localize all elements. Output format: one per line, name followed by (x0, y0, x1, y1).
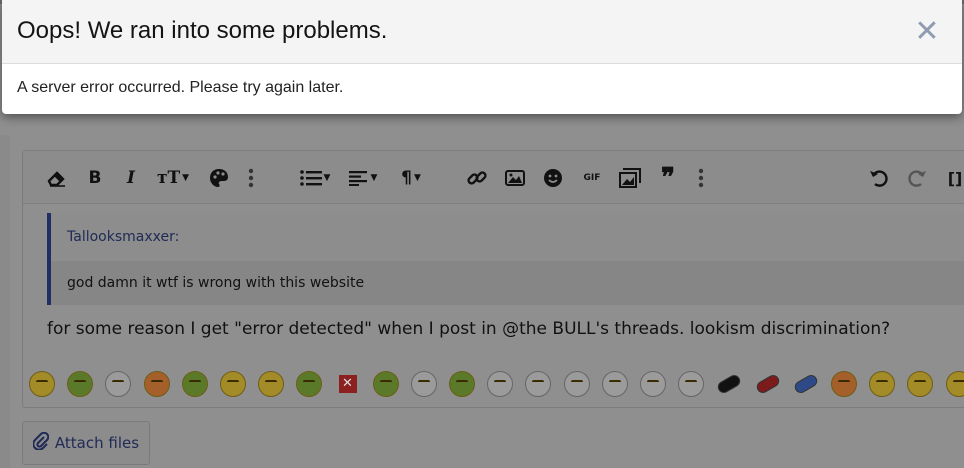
close-icon[interactable]: ✕ (912, 17, 942, 48)
font-size-button[interactable]: тT ▼ (153, 167, 193, 189)
list-button[interactable]: ▼ (297, 167, 333, 189)
list-icon (299, 170, 322, 186)
message-editor[interactable]: B I тT ▼ ▼ ▼ ¶ ▼ GIF ❞ [] Tallooksmaxxer… (22, 150, 964, 408)
emoji-bar: ✕ (27, 369, 964, 401)
wojak-emoji[interactable] (103, 369, 133, 399)
quote-label: ❞ (661, 163, 675, 193)
font-size-label: тT (156, 168, 181, 188)
attach-files-label: Attach files (54, 434, 140, 452)
wojak-emoji[interactable] (409, 369, 439, 399)
pepe-emoji[interactable] (65, 369, 95, 399)
bold-label: B (88, 168, 102, 188)
nauseated-emoji[interactable] (371, 369, 401, 399)
wojak-emoji[interactable] (562, 369, 592, 399)
more-insert-button[interactable] (691, 167, 711, 189)
media-button[interactable] (617, 167, 643, 189)
dialog-title: Oops! We ran into some problems. (17, 17, 388, 44)
money-mouth-emoji[interactable] (218, 369, 248, 399)
cross-mark-emoji[interactable]: ✕ (333, 369, 363, 399)
starstruck-emoji[interactable] (27, 369, 57, 399)
wojak-emoji[interactable] (638, 369, 668, 399)
emoji-button[interactable] (541, 167, 565, 189)
italic-button[interactable]: I (121, 167, 141, 189)
align-button[interactable]: ▼ (345, 167, 381, 189)
image-button[interactable] (503, 167, 527, 189)
chevron-down-icon: ▼ (182, 173, 190, 183)
pepe-emoji[interactable] (294, 369, 324, 399)
image-icon (505, 170, 525, 186)
align-left-icon (348, 170, 369, 186)
wojak-emoji[interactable] (676, 369, 706, 399)
chevron-down-icon: ▼ (413, 173, 421, 183)
tongue-emoji[interactable] (905, 369, 935, 399)
more-text-button[interactable] (241, 167, 261, 189)
redo-icon (907, 168, 927, 188)
wojak-emoji[interactable] (600, 369, 630, 399)
quote-author[interactable]: Tallooksmaxxer: (67, 229, 179, 245)
quoted-post: Tallooksmaxxer: god damn it wtf is wrong… (47, 213, 964, 305)
smile-emoji[interactable] (867, 369, 897, 399)
pleading-emoji[interactable] (256, 369, 286, 399)
paragraph-label: ¶ (401, 168, 412, 188)
error-dialog: Oops! We ran into some problems. ✕ A ser… (2, 0, 962, 114)
redo-button[interactable] (905, 167, 929, 189)
paperclip-icon (32, 431, 50, 454)
gif-button[interactable]: GIF (579, 167, 605, 189)
black-pill-emoji[interactable] (714, 369, 744, 399)
eraser-icon (47, 169, 67, 187)
vertical-dots-icon (248, 168, 254, 188)
shrek-emoji[interactable] (447, 369, 477, 399)
pepe-emoji[interactable] (180, 369, 210, 399)
wojak-emoji[interactable] (485, 369, 515, 399)
grimace-emoji[interactable] (829, 369, 859, 399)
blue-pill-emoji[interactable] (791, 369, 821, 399)
italic-label: I (127, 168, 135, 188)
attach-files-button[interactable]: Attach files (22, 421, 150, 465)
smiley-icon (543, 168, 563, 188)
grin-emoji[interactable] (944, 369, 964, 399)
palette-icon (209, 168, 229, 188)
toggle-bbcode-button[interactable]: [] (943, 167, 964, 189)
link-icon (467, 168, 487, 188)
clear-formatting-button[interactable] (45, 167, 69, 189)
chevron-down-icon: ▼ (323, 173, 331, 183)
bold-button[interactable]: B (83, 167, 107, 189)
editor-frame-edge (0, 135, 10, 468)
vertical-dots-icon (698, 168, 704, 188)
bbcode-label: [] (947, 168, 963, 188)
undo-icon (869, 168, 889, 188)
editor-toolbar: B I тT ▼ ▼ ▼ ¶ ▼ GIF ❞ [] (23, 151, 964, 204)
dialog-message: A server error occurred. Please try agai… (17, 79, 344, 96)
quote-text: god damn it wtf is wrong with this websi… (67, 275, 365, 291)
wojak-emoji[interactable] (523, 369, 553, 399)
undo-button[interactable] (867, 167, 891, 189)
paragraph-button[interactable]: ¶ ▼ (395, 167, 427, 189)
red-pill-emoji[interactable] (753, 369, 783, 399)
link-button[interactable] (465, 167, 489, 189)
chevron-down-icon: ▼ (370, 173, 378, 183)
quote-body: god damn it wtf is wrong with this websi… (51, 261, 964, 305)
quote-button[interactable]: ❞ (655, 163, 681, 193)
heart-eyes-emoji[interactable] (142, 369, 172, 399)
dialog-header: Oops! We ran into some problems. ✕ (2, 0, 962, 64)
media-icon (619, 168, 641, 188)
post-text[interactable]: for some reason I get "error detected" w… (47, 319, 890, 339)
text-color-button[interactable] (207, 167, 231, 189)
gif-label: GIF (583, 173, 601, 183)
